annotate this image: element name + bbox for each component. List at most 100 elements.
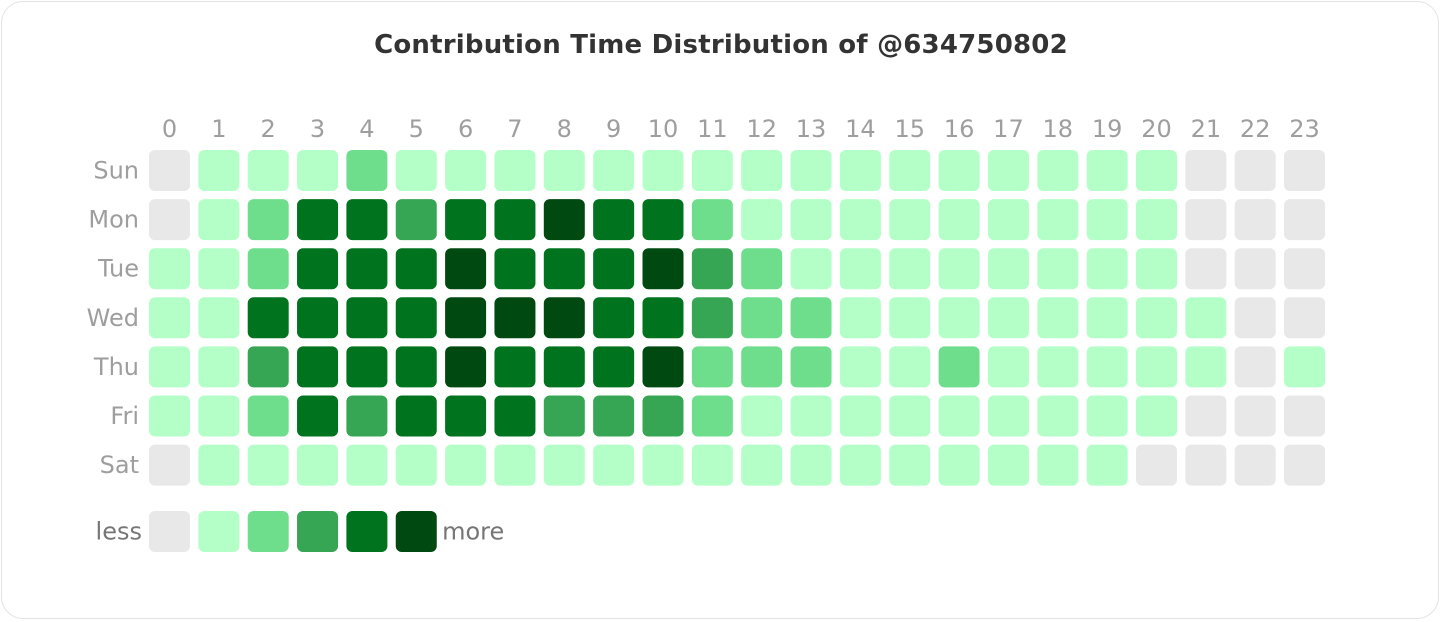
heatmap-cell: [149, 150, 190, 191]
day-label: Mon: [88, 206, 139, 234]
heatmap-cell: [297, 444, 339, 486]
heatmap-cell: [198, 248, 240, 290]
legend-swatch: [395, 511, 437, 552]
legend: less more: [96, 511, 504, 552]
heatmap-cell: [445, 297, 487, 339]
heatmap-cell: [1136, 395, 1177, 437]
heatmap-cell: [593, 346, 635, 388]
hour-label: 10: [648, 115, 679, 143]
heatmap-cell: [938, 150, 980, 191]
heatmap-cell: [1185, 346, 1227, 388]
hour-label: 5: [409, 115, 424, 143]
heatmap-cell: [839, 395, 881, 437]
heatmap-cell: [938, 199, 980, 241]
heatmap-cell: [247, 395, 289, 437]
legend-swatch: [198, 511, 240, 552]
heatmap-cell: [1234, 150, 1276, 191]
legend-swatch: [297, 511, 339, 552]
heatmap-cell: [889, 297, 931, 339]
heatmap-cell: [1234, 444, 1276, 486]
heatmap-cell: [1284, 248, 1326, 290]
heatmap-cell: [346, 346, 388, 388]
day-axis-labels: Sun Mon Tue Wed Thu Fri Sat: [87, 157, 139, 480]
heatmap-cell: [543, 248, 585, 290]
heatmap-cell: [543, 297, 585, 339]
heatmap-cell: [987, 199, 1029, 241]
heatmap-cell: [889, 150, 931, 191]
heatmap-cell: [1136, 150, 1177, 191]
legend-swatch: [149, 511, 190, 552]
heatmap-cell: [1136, 297, 1177, 339]
heatmap-cell: [494, 346, 536, 388]
heatmap-cell: [543, 199, 585, 241]
heatmap-cell: [198, 395, 240, 437]
heatmap-cell: [691, 297, 733, 339]
heatmap-cell: [247, 199, 289, 241]
hour-label: 23: [1289, 115, 1320, 143]
heatmap-cell: [642, 150, 684, 191]
heatmap-cell: [1234, 199, 1276, 241]
hour-label: 7: [507, 115, 522, 143]
hour-label: 3: [310, 115, 325, 143]
heatmap-cell: [247, 248, 289, 290]
heatmap-cell: [741, 444, 783, 486]
heatmap-cell: [198, 346, 240, 388]
heatmap-cell: [198, 150, 240, 191]
heatmap-cell: [1136, 444, 1177, 486]
hour-label: 22: [1240, 115, 1271, 143]
heatmap-cell: [593, 297, 635, 339]
heatmap-cell: [741, 346, 783, 388]
hour-label: 13: [796, 115, 827, 143]
heatmap-cell: [543, 444, 585, 486]
heatmap-cell: [445, 199, 487, 241]
heatmap-cell: [938, 248, 980, 290]
heatmap-cell: [790, 248, 832, 290]
heatmap-cell: [149, 444, 190, 486]
heatmap-cell: [198, 444, 240, 486]
day-label: Thu: [93, 353, 139, 381]
heatmap-cell: [1037, 199, 1079, 241]
heatmap-cell: [1136, 248, 1177, 290]
heatmap-cell: [889, 199, 931, 241]
heatmap-cell: [247, 150, 289, 191]
heatmap-cell: [494, 297, 536, 339]
heatmap-cell: [987, 444, 1029, 486]
heatmap-cell: [938, 444, 980, 486]
hour-axis-labels: 0 1 2 3 4 5 6 7 8 9 10 11 12 13 14 15 16 17 18 19 20 21 22 23: [162, 115, 1320, 143]
heatmap-cell: [297, 150, 339, 191]
heatmap-cell: [987, 150, 1029, 191]
heatmap-chart: 0 1 2 3 4 5 6 7 8 9 10 11 12 13 14 15 16 17 18 19 20 21 22 23 S…: [87, 115, 1326, 552]
heatmap-cells: [149, 150, 1326, 486]
heatmap-cell: [839, 444, 881, 486]
heatmap-cell: [642, 248, 684, 290]
heatmap-cell: [790, 444, 832, 486]
heatmap-cell: [1037, 150, 1079, 191]
heatmap-cell: [790, 150, 832, 191]
heatmap-cell: [395, 248, 437, 290]
heatmap-cell: [543, 395, 585, 437]
hour-label: 15: [894, 115, 925, 143]
heatmap-cell: [1284, 150, 1326, 191]
heatmap-cell: [1185, 150, 1227, 191]
heatmap-cell: [445, 346, 487, 388]
hour-label: 17: [993, 115, 1024, 143]
heatmap-cell: [395, 346, 437, 388]
heatmap-cell: [938, 346, 980, 388]
heatmap-cell: [593, 444, 635, 486]
heatmap-cell: [642, 297, 684, 339]
heatmap-cell: [297, 297, 339, 339]
heatmap-cell: [1086, 150, 1128, 191]
heatmap-cell: [395, 395, 437, 437]
hour-label: 11: [697, 115, 728, 143]
heatmap-cell: [593, 199, 635, 241]
day-label: Wed: [87, 304, 139, 332]
heatmap-cell: [642, 444, 684, 486]
heatmap-cell: [987, 346, 1029, 388]
heatmap-cell: [297, 346, 339, 388]
heatmap-cell: [1086, 199, 1128, 241]
heatmap-cell: [691, 444, 733, 486]
heatmap-cell: [1136, 199, 1177, 241]
heatmap-cell: [938, 297, 980, 339]
heatmap-cell: [839, 346, 881, 388]
heatmap-cell: [1037, 444, 1079, 486]
